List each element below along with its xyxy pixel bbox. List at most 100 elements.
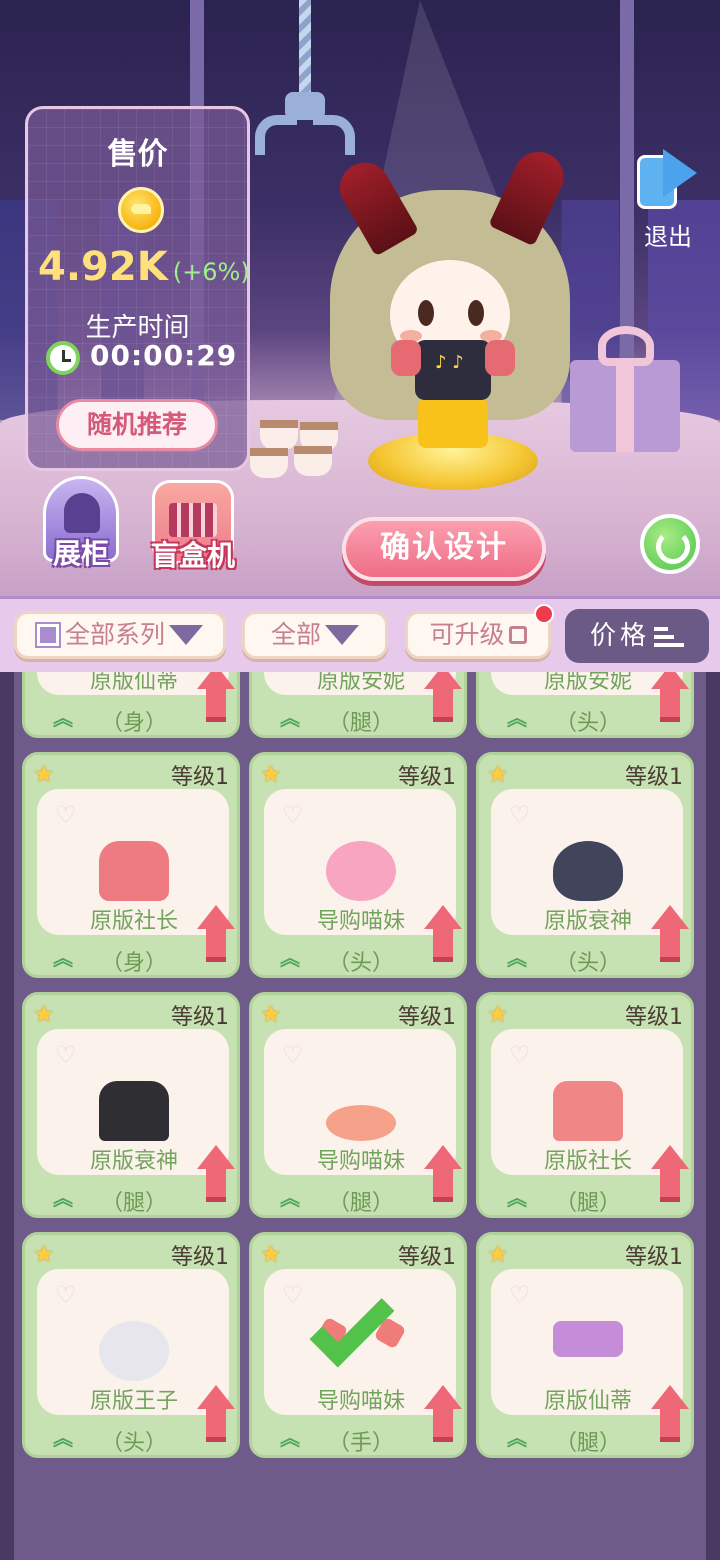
cabinet-label: 展柜 xyxy=(52,537,109,570)
favorite-heart-icon[interactable]: ♡ xyxy=(509,1283,531,1307)
item-card[interactable]: ★♡原版仙蒂（身）︽ xyxy=(22,672,240,738)
upgrade-arrow-icon[interactable] xyxy=(651,1385,689,1442)
coin-icon xyxy=(118,187,164,233)
item-card[interactable]: ★♡原版安妮（腿）︽ xyxy=(249,672,467,738)
item-level: 等级1 xyxy=(398,1245,456,1270)
favorite-heart-icon[interactable]: ♡ xyxy=(55,1283,77,1307)
star-icon: ★ xyxy=(260,760,282,788)
upgrade-arrow-icon[interactable] xyxy=(197,1385,235,1442)
favorite-heart-icon[interactable]: ♡ xyxy=(509,803,531,827)
type-filter-dropdown[interactable]: 全部 xyxy=(242,611,388,659)
item-level: 等级1 xyxy=(171,765,229,790)
item-level: 等级1 xyxy=(171,1245,229,1270)
star-icon: ★ xyxy=(33,1240,55,1268)
series-diamond-icon xyxy=(34,622,61,648)
upgrade-arrow-icon[interactable] xyxy=(197,672,235,722)
item-level: 等级1 xyxy=(398,1005,456,1030)
rank-chevron-icon: ︽ xyxy=(507,1426,527,1450)
confirm-design-button[interactable]: 确认设计 xyxy=(342,517,546,581)
favorite-heart-icon[interactable]: ♡ xyxy=(282,1043,304,1067)
notification-dot xyxy=(534,604,554,624)
item-card[interactable]: ★♡原版安妮（头）︽ xyxy=(476,672,694,738)
checkbox-icon xyxy=(508,626,527,644)
star-icon: ★ xyxy=(487,1000,509,1028)
price-sort-label: 价格 xyxy=(589,621,650,651)
item-level: 等级1 xyxy=(625,1005,683,1030)
item-thumbnail xyxy=(553,1081,623,1141)
star-icon: ★ xyxy=(33,760,55,788)
rank-chevron-icon: ︽ xyxy=(507,706,527,730)
item-card[interactable]: ★ 等级1 ♡ 导购喵妹 （手） ︽ xyxy=(249,1232,467,1458)
price-value-row: 4.92K (+6%) xyxy=(38,244,250,290)
exit-label: 退出 xyxy=(644,223,692,251)
upgradable-filter-toggle[interactable]: 可升级 xyxy=(405,604,554,659)
horn-right xyxy=(488,143,572,247)
upgrade-arrow-icon[interactable] xyxy=(424,1145,462,1202)
price-amount: 4.92K xyxy=(38,244,168,290)
item-thumbnail xyxy=(553,1321,623,1357)
filter-bar: 全部系列 全部 可升级 价格 xyxy=(0,596,720,672)
rank-chevron-icon: ︽ xyxy=(53,706,73,730)
upgrade-arrow-icon[interactable] xyxy=(651,672,689,722)
star-icon: ★ xyxy=(33,1000,55,1028)
refresh-icon[interactable] xyxy=(640,514,700,574)
item-card[interactable]: ★ 等级1 ♡ 导购喵妹 （头） ︽ xyxy=(249,752,467,978)
star-icon: ★ xyxy=(487,760,509,788)
item-card[interactable]: ★ 等级1 ♡ 原版衰神 （腿） ︽ xyxy=(22,992,240,1218)
item-card[interactable]: ★ 等级1 ♡ 原版王子 （头） ︽ xyxy=(22,1232,240,1458)
upgrade-arrow-icon[interactable] xyxy=(651,1145,689,1202)
blind-box-label: 盲盒机 xyxy=(150,539,235,572)
upgradable-filter-label: 可升级 xyxy=(429,620,505,649)
upgrade-arrow-icon[interactable] xyxy=(424,905,462,962)
blind-box-button[interactable]: 盲盒机 xyxy=(144,480,242,584)
rank-chevron-icon: ︽ xyxy=(53,1426,73,1450)
item-grid-scroll[interactable]: ★♡原版仙蒂（身）︽★♡原版安妮（腿）︽★♡原版安妮（头）︽★等级1♡原版社长（… xyxy=(0,672,720,1560)
item-card[interactable]: ★ 等级1 ♡ 原版社长 （身） ︽ xyxy=(22,752,240,978)
rank-chevron-icon: ︽ xyxy=(280,946,300,970)
star-icon: ★ xyxy=(487,1240,509,1268)
price-title: 售价 xyxy=(107,137,168,172)
item-thumbnail xyxy=(99,1321,169,1381)
type-filter-label: 全部 xyxy=(270,620,321,649)
dropdown-triangle-icon xyxy=(169,625,203,645)
item-level: 等级1 xyxy=(625,1245,683,1270)
rank-chevron-icon: ︽ xyxy=(53,946,73,970)
exit-button[interactable]: 退出 xyxy=(628,145,708,255)
rank-chevron-icon: ︽ xyxy=(53,1186,73,1210)
favorite-heart-icon[interactable]: ♡ xyxy=(282,1283,304,1307)
upgrade-arrow-icon[interactable] xyxy=(424,1385,462,1442)
item-level: 等级1 xyxy=(171,1005,229,1030)
favorite-heart-icon[interactable]: ♡ xyxy=(55,803,77,827)
item-card[interactable]: ★ 等级1 ♡ 原版衰神 （头） ︽ xyxy=(476,752,694,978)
claw-icon xyxy=(255,0,355,170)
character-preview: ♪ ♪ xyxy=(320,143,580,490)
item-thumbnail xyxy=(553,841,623,901)
item-thumbnail xyxy=(326,1105,396,1141)
series-filter-label: 全部系列 xyxy=(64,620,165,649)
random-recommend-button[interactable]: 随机推荐 xyxy=(56,399,218,451)
item-thumbnail xyxy=(99,841,169,901)
item-card[interactable]: ★ 等级1 ♡ 导购喵妹 （腿） ︽ xyxy=(249,992,467,1218)
rank-chevron-icon: ︽ xyxy=(280,1186,300,1210)
item-level: 等级1 xyxy=(398,765,456,790)
gift-box-decoration xyxy=(570,326,680,452)
clock-icon xyxy=(46,341,80,375)
cabinet-button[interactable]: 展柜 xyxy=(40,476,122,582)
price-change: (+6%) xyxy=(172,258,250,286)
item-card[interactable]: ★ 等级1 ♡ 原版社长 （腿） ︽ xyxy=(476,992,694,1218)
star-icon: ★ xyxy=(260,1000,282,1028)
item-level: 等级1 xyxy=(625,765,683,790)
upgrade-arrow-icon[interactable] xyxy=(197,1145,235,1202)
favorite-heart-icon[interactable]: ♡ xyxy=(55,1043,77,1067)
upgrade-arrow-icon[interactable] xyxy=(651,905,689,962)
exit-arrow-icon xyxy=(633,145,703,213)
rank-chevron-icon: ︽ xyxy=(507,1186,527,1210)
production-time-value: 00:00:29 xyxy=(90,339,238,372)
series-filter-dropdown[interactable]: 全部系列 xyxy=(14,611,226,659)
price-sort-button[interactable]: 价格 xyxy=(565,609,709,663)
favorite-heart-icon[interactable]: ♡ xyxy=(282,803,304,827)
favorite-heart-icon[interactable]: ♡ xyxy=(509,1043,531,1067)
upgrade-arrow-icon[interactable] xyxy=(197,905,235,962)
upgrade-arrow-icon[interactable] xyxy=(424,672,462,722)
item-card[interactable]: ★ 等级1 ♡ 原版仙蒂 （腿） ︽ xyxy=(476,1232,694,1458)
